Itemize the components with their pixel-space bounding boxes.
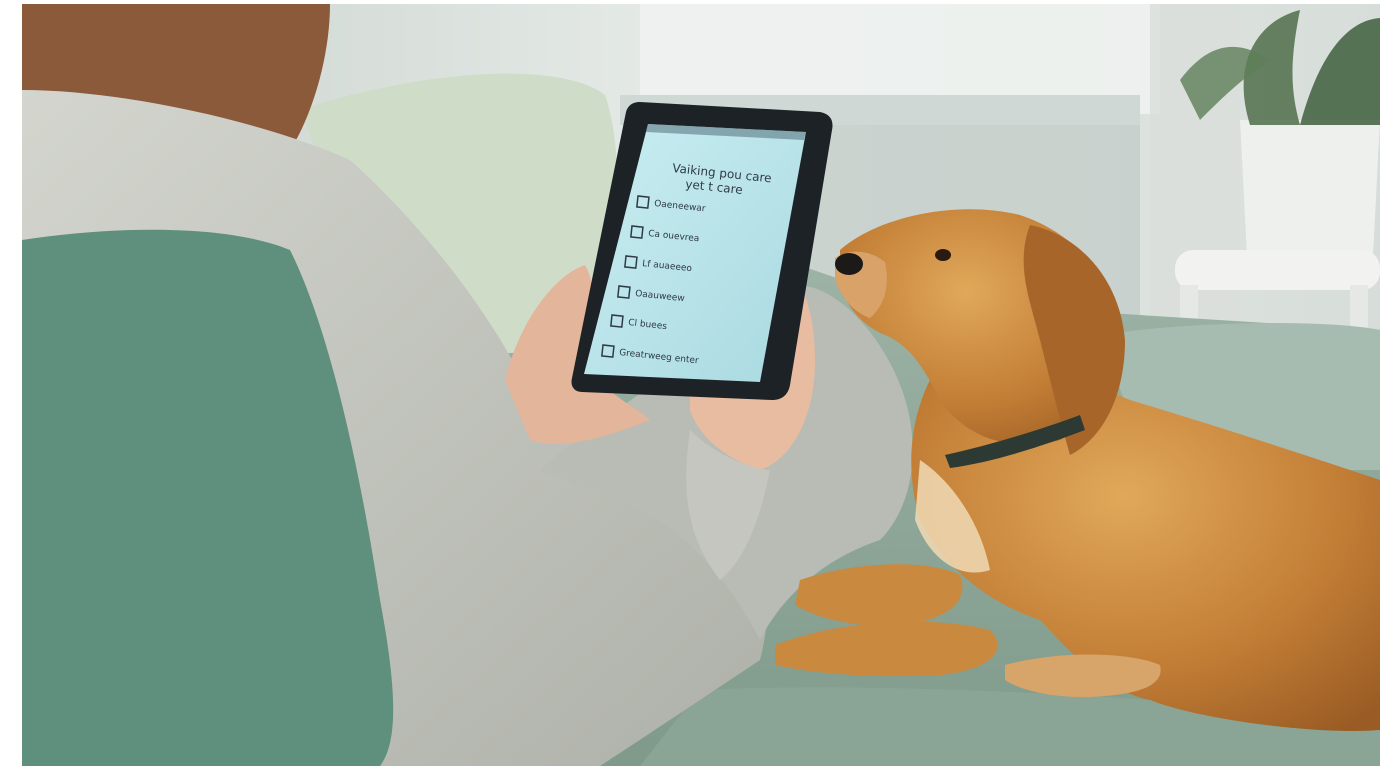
- dog-eye: [935, 249, 951, 261]
- photo-scene: Vaiking pou care yet t care Oaeneewar Ca…: [0, 0, 1397, 767]
- dog-nose: [835, 253, 863, 275]
